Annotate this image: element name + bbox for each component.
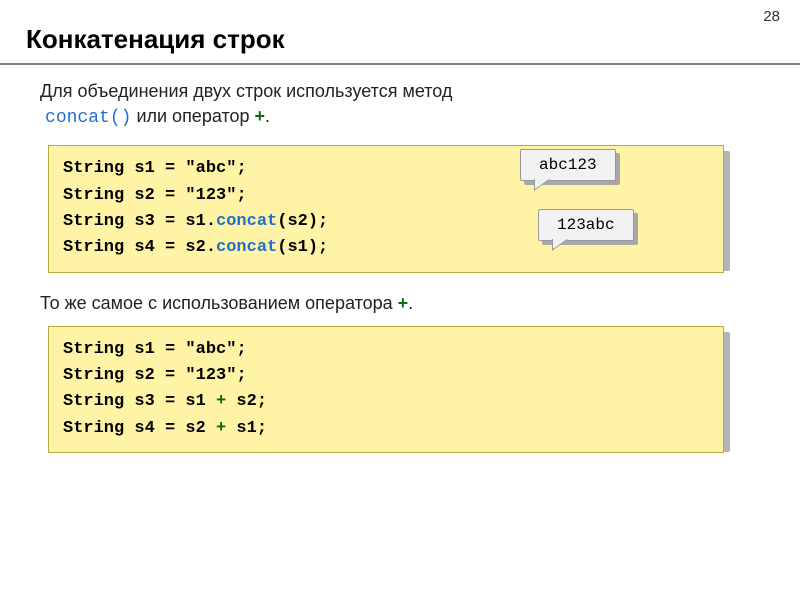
code1-l3b: concat — [216, 212, 277, 231]
code-block-2: String s1 = "abc"; String s2 = "123"; St… — [48, 326, 724, 453]
code2-l2a: String s2 = — [63, 366, 185, 385]
code1-line2: String s2 = "123"; — [63, 183, 709, 209]
code2-line2: String s2 = "123"; — [63, 363, 709, 389]
code2-l3c: s2; — [226, 392, 267, 411]
code2-l4b: + — [216, 419, 226, 438]
intro-after-method: или оператор — [131, 106, 254, 126]
page-number: 28 — [763, 8, 780, 25]
code2-line3: String s3 = s1 + s2; — [63, 389, 709, 415]
intro-paragraph: Для объединения двух строк используется … — [0, 79, 800, 145]
code2-l2b: "123" — [185, 366, 236, 385]
code2-line1: String s1 = "abc"; — [63, 337, 709, 363]
code1-l1a: String s1 = — [63, 159, 185, 178]
callout-2-box: 123abc — [538, 209, 634, 241]
code1-l2a: String s2 = — [63, 186, 185, 205]
callout-output-1: abc123 — [520, 149, 616, 181]
code2-l2c: ; — [236, 366, 246, 385]
code1-l4a: String s4 = s2. — [63, 238, 216, 257]
plus-operator: + — [255, 106, 266, 126]
code2-l1c: ; — [236, 340, 246, 359]
code1-l2c: ; — [236, 186, 246, 205]
mid-paragraph: То же самое с использованием оператора +… — [0, 289, 800, 326]
callout-2-tail — [553, 239, 567, 249]
code2-l3b: + — [216, 392, 226, 411]
callout-output-2: 123abc — [538, 209, 634, 241]
intro-line1: Для объединения двух строк используется … — [40, 81, 452, 101]
mid-text-part1: То же самое с использованием оператора — [40, 293, 398, 313]
code1-l1c: ; — [236, 159, 246, 178]
method-concat: concat() — [45, 108, 131, 128]
code2-l3a: String s3 = s1 — [63, 392, 216, 411]
callout-1-box: abc123 — [520, 149, 616, 181]
code2-l4c: s1; — [226, 419, 267, 438]
callout-1-tail — [535, 179, 549, 189]
code-block-1-wrap: String s1 = "abc"; String s2 = "123"; St… — [48, 145, 800, 272]
code2-l1a: String s1 = — [63, 340, 185, 359]
callout-1-text: abc123 — [539, 156, 597, 174]
code1-l3a: String s3 = s1. — [63, 212, 216, 231]
code1-l4b: concat — [216, 238, 277, 257]
code1-l3c: (s2); — [277, 212, 328, 231]
mid-period: . — [408, 293, 413, 313]
code1-l1b: "abc" — [185, 159, 236, 178]
mid-plus-operator: + — [398, 293, 409, 313]
code2-line4: String s4 = s2 + s1; — [63, 416, 709, 442]
code-block-2-wrap: String s1 = "abc"; String s2 = "123"; St… — [48, 326, 800, 453]
intro-period: . — [265, 106, 270, 126]
code1-l4c: (s1); — [277, 238, 328, 257]
code1-l2b: "123" — [185, 186, 236, 205]
title-underline — [0, 63, 800, 65]
code2-l4a: String s4 = s2 — [63, 419, 216, 438]
slide-title: Конкатенация строк — [0, 0, 800, 63]
callout-2-text: 123abc — [557, 216, 615, 234]
code2-l1b: "abc" — [185, 340, 236, 359]
